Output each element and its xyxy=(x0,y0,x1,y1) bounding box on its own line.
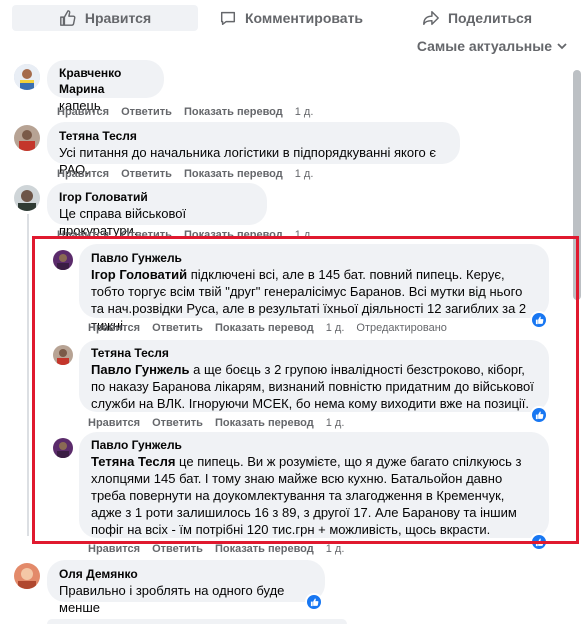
avatar[interactable] xyxy=(14,563,40,589)
reply-actions: Нравится Ответить Показать перевод 1 д. xyxy=(88,543,344,555)
comment-like-link[interactable]: Нравится xyxy=(57,229,109,236)
comment-text: Правильно і зроблять на одного буде менш… xyxy=(59,583,285,615)
share-button[interactable]: Поделиться xyxy=(384,5,570,31)
thumbs-up-icon xyxy=(59,10,76,26)
comment-author[interactable]: Тетяна Тесля xyxy=(59,128,448,144)
show-translation-link[interactable]: Показать перевод xyxy=(184,168,283,180)
comment-like-link[interactable]: Нравится xyxy=(57,168,109,180)
avatar[interactable] xyxy=(14,185,40,211)
comment-bubble: Тетяна Тесля Усі питання до начальника л… xyxy=(47,122,460,177)
avatar-image xyxy=(14,563,40,589)
reply-thread-line xyxy=(27,214,29,536)
comment-bubble: Кравченко Марина капець xyxy=(47,60,164,113)
like-button[interactable]: Нравится xyxy=(12,5,198,31)
share-button-label: Поделиться xyxy=(447,10,533,26)
avatar[interactable] xyxy=(14,125,40,151)
sort-dropdown[interactable]: Самые актуальные xyxy=(417,38,568,54)
comment-author[interactable]: Ігор Головатий xyxy=(59,189,255,205)
comment-author[interactable]: Кравченко Марина xyxy=(59,65,152,97)
avatar[interactable] xyxy=(14,64,40,90)
post-action-bar: Нравится Комментировать Поделиться xyxy=(0,0,570,36)
comment-actions: Нравится Ответить Показать перевод 1 д. xyxy=(57,168,313,180)
speech-bubble-icon xyxy=(220,11,235,26)
show-translation-link[interactable]: Показать перевод xyxy=(215,543,314,555)
comment-time[interactable]: 1 д. xyxy=(295,229,314,236)
show-translation-link[interactable]: Показать перевод xyxy=(184,229,283,236)
comment-reply-link[interactable]: Ответить xyxy=(121,168,172,180)
comment-bubble: Оля Демянко Правильно і зроблять на одно… xyxy=(47,560,325,615)
comment-reply-link[interactable]: Ответить xyxy=(121,229,172,236)
comment-author[interactable]: Оля Демянко xyxy=(59,566,313,582)
reply-time[interactable]: 1 д. xyxy=(326,543,345,555)
comment-like-link[interactable]: Нравится xyxy=(57,106,109,118)
comment-button[interactable]: Комментировать xyxy=(198,5,384,31)
comment-actions: Нравится Ответить Показать перевод 1 д. xyxy=(57,106,313,118)
avatar-image xyxy=(14,64,40,90)
share-arrow-icon xyxy=(423,10,439,26)
comment-bubble: Ігор Головатий Це справа військової прок… xyxy=(47,183,267,238)
avatar-image xyxy=(14,125,40,151)
highlight-annotation-frame xyxy=(32,236,579,544)
reply-reply-link[interactable]: Ответить xyxy=(152,543,203,555)
comment-actions: Нравится Ответить Показать перевод 1 д. xyxy=(57,229,313,236)
avatar-image xyxy=(14,185,40,211)
like-button-label: Нравится xyxy=(84,10,152,26)
comment-button-label: Комментировать xyxy=(244,10,364,26)
show-translation-link[interactable]: Показать перевод xyxy=(184,106,283,118)
thumbs-up-icon xyxy=(310,597,318,606)
like-reaction-badge[interactable] xyxy=(306,594,322,610)
sort-label: Самые актуальные xyxy=(416,38,552,54)
chevron-down-icon xyxy=(557,43,567,50)
comment-reply-link[interactable]: Ответить xyxy=(121,106,172,118)
comment-bubble xyxy=(47,619,347,624)
reply-like-link[interactable]: Нравится xyxy=(88,543,140,555)
comment-time[interactable]: 1 д. xyxy=(295,106,314,118)
comment-time[interactable]: 1 д. xyxy=(295,168,314,180)
